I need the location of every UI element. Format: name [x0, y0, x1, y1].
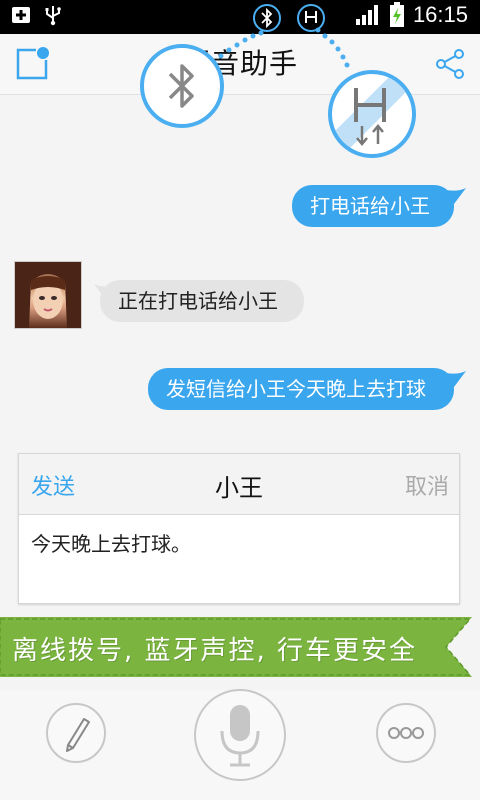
chat-bubble-outgoing: 打电话给小王	[292, 185, 454, 227]
promo-ribbon-text: 离线拨号, 蓝牙声控, 行车更安全	[12, 636, 418, 666]
notification-plus-icon	[12, 7, 30, 23]
microphone-button[interactable]	[194, 689, 286, 781]
bluetooth-icon	[168, 64, 194, 108]
bluetooth-connector-dots	[218, 30, 264, 59]
message-text: 打电话给小王	[310, 194, 430, 218]
hsp-badge	[328, 70, 416, 158]
sms-recipient: 小王	[215, 474, 263, 502]
pencil-button[interactable]	[46, 703, 106, 763]
chat-bubble-incoming: 正在打电话给小王	[100, 280, 304, 322]
more-button[interactable]	[376, 703, 436, 763]
avatar	[14, 261, 82, 329]
sms-compose-card: 发送 小王 取消 今天晚上去打球。	[18, 453, 460, 604]
chat-bubble-outgoing: 发短信给小王今天晚上去打球	[148, 368, 454, 410]
sms-header: 发送 小王 取消	[19, 454, 459, 515]
sms-body-text[interactable]: 今天晚上去打球。	[31, 528, 191, 557]
message-text: 正在打电话给小王	[118, 289, 278, 313]
message-text: 发短信给小王今天晚上去打球	[166, 377, 426, 401]
battery-charging-icon	[389, 2, 404, 27]
cancel-button[interactable]: 取消	[405, 469, 449, 501]
signal-icon	[355, 5, 378, 25]
bluetooth-badge	[140, 44, 224, 128]
bubble-tail	[446, 371, 466, 387]
microphone-icon	[220, 705, 260, 767]
h-connector-dots	[315, 27, 350, 68]
clock: 16:15	[412, 2, 468, 27]
pencil-icon	[66, 718, 90, 752]
more-icon	[388, 727, 424, 739]
share-icon[interactable]	[432, 46, 468, 82]
bubble-tail	[446, 188, 466, 204]
h-transfer-icon	[332, 74, 412, 154]
usb-icon	[45, 6, 61, 26]
